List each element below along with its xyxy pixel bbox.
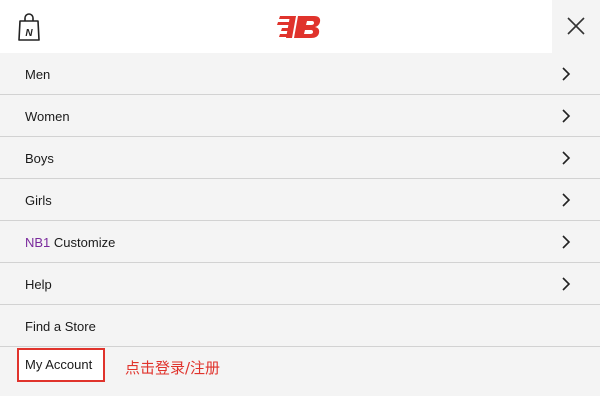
close-button[interactable] <box>552 0 600 53</box>
menu-item-label: Help <box>25 277 52 292</box>
chevron-right-icon <box>562 67 571 81</box>
brand-logo[interactable] <box>276 13 324 41</box>
close-icon <box>567 17 585 35</box>
customize-label: Customize <box>50 235 116 250</box>
chevron-right-icon <box>562 151 571 165</box>
shopping-bag-icon: N <box>18 13 40 41</box>
chevron-right-icon <box>562 277 571 291</box>
menu-item-boys[interactable]: Boys <box>0 137 600 179</box>
menu-item-men[interactable]: Men <box>0 53 600 95</box>
menu-item-label: NB1 Customize <box>25 221 115 264</box>
account-row: My Account 点击登录/注册 <box>0 347 600 395</box>
header: N <box>0 0 600 53</box>
nb1-prefix: NB1 <box>25 235 51 250</box>
menu-item-label: Boys <box>25 151 54 166</box>
my-account-label: My Account <box>25 357 93 372</box>
bag-icon-letter: N <box>25 28 33 39</box>
login-register-annotation: 点击登录/注册 <box>125 359 221 377</box>
shopping-bag-button[interactable]: N <box>16 12 42 42</box>
my-account-button[interactable]: My Account <box>17 348 105 382</box>
chevron-right-icon <box>562 109 571 123</box>
menu-item-help[interactable]: Help <box>0 263 600 305</box>
chevron-right-icon <box>562 235 571 249</box>
menu-item-label: Girls <box>25 193 52 208</box>
menu-item-find-a-store[interactable]: Find a Store <box>0 305 600 347</box>
menu-item-label: Find a Store <box>25 319 96 334</box>
menu-item-girls[interactable]: Girls <box>0 179 600 221</box>
menu-item-label: Women <box>25 109 70 124</box>
menu-item-women[interactable]: Women <box>0 95 600 137</box>
nav-menu: Men Women Boys Girls NB1 Customize Help … <box>0 53 600 396</box>
menu-item-label: Men <box>25 67 51 82</box>
menu-item-nb1-customize[interactable]: NB1 Customize <box>0 221 600 263</box>
chevron-right-icon <box>562 193 571 207</box>
